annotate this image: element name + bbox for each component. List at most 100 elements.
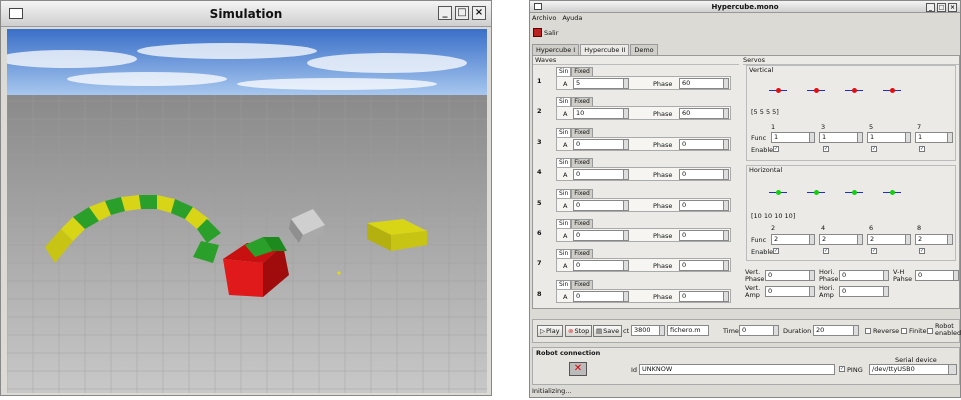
phase-input[interactable]: 0 xyxy=(679,138,729,150)
tab-fixed[interactable]: Fixed xyxy=(571,158,593,168)
spin-arrows-icon[interactable] xyxy=(623,291,628,301)
amplitude-input[interactable]: 0 xyxy=(573,169,629,181)
file-input[interactable]: fichero.m xyxy=(667,325,709,336)
tab-sin[interactable]: Sin xyxy=(556,219,572,228)
hori-amp-input[interactable]: 0 xyxy=(839,286,889,297)
horizontal-enable-8-checkbox[interactable]: ✓ xyxy=(919,248,925,254)
tab-fixed[interactable]: Fixed xyxy=(571,219,593,228)
vertical-enable-1-checkbox[interactable]: ✓ xyxy=(773,146,779,152)
tab-demo[interactable]: Demo xyxy=(630,44,658,55)
amplitude-input[interactable]: 0 xyxy=(573,199,629,211)
spin-arrows-icon[interactable] xyxy=(723,109,728,119)
amplitude-input[interactable]: 10 xyxy=(573,108,629,120)
spin-arrows-icon[interactable] xyxy=(623,200,628,210)
tab-sin[interactable]: Sin xyxy=(556,127,572,137)
serial-device-select[interactable]: /dev/ttyUSB0 xyxy=(869,364,957,375)
vert-phase-input[interactable]: 0 xyxy=(765,270,815,281)
phase-input[interactable]: 0 xyxy=(679,260,729,272)
tab-fixed[interactable]: Fixed xyxy=(571,127,593,137)
spin-arrows-icon[interactable] xyxy=(857,235,862,244)
spin-arrows-icon[interactable] xyxy=(809,287,814,296)
spin-arrows-icon[interactable] xyxy=(623,231,628,240)
simulation-titlebar[interactable]: Simulation _ □ × xyxy=(1,1,491,27)
spin-arrows-icon[interactable] xyxy=(809,235,814,244)
phase-input[interactable]: 0 xyxy=(679,230,729,241)
horizontal-enable-4-checkbox[interactable]: ✓ xyxy=(823,248,829,254)
tab-fixed[interactable]: Fixed xyxy=(571,97,593,107)
spin-arrows-icon[interactable] xyxy=(905,235,910,244)
maximize-button[interactable]: □ xyxy=(937,3,946,12)
minimize-button[interactable]: _ xyxy=(438,6,452,20)
spin-arrows-icon[interactable] xyxy=(947,133,952,142)
spin-arrows-icon[interactable] xyxy=(623,109,628,119)
vert-amp-input[interactable]: 0 xyxy=(765,286,815,297)
spin-arrows-icon[interactable] xyxy=(723,261,728,271)
menu-archivo[interactable]: Archivo xyxy=(532,14,556,22)
spin-arrows-icon[interactable] xyxy=(723,200,728,210)
duration-input[interactable]: 20 xyxy=(813,325,859,336)
vertical-func-7-input[interactable]: 1 xyxy=(915,132,953,143)
save-button[interactable]: ▤ Save xyxy=(593,325,623,337)
tab-sin[interactable]: Sin xyxy=(556,97,572,107)
phase-input[interactable]: 0 xyxy=(679,199,729,211)
spin-arrows-icon[interactable] xyxy=(659,326,664,335)
spin-arrows-icon[interactable] xyxy=(723,170,728,180)
spin-arrows-icon[interactable] xyxy=(947,235,952,244)
exit-button[interactable]: Salir xyxy=(544,29,558,37)
stop-button[interactable]: ⊗ Stop xyxy=(565,325,593,337)
tab-hypercube-2[interactable]: Hypercube II xyxy=(580,44,630,55)
maximize-button[interactable]: □ xyxy=(455,6,469,20)
spin-arrows-icon[interactable] xyxy=(883,287,888,296)
tab-sin[interactable]: Sin xyxy=(556,279,572,289)
spin-arrows-icon[interactable] xyxy=(623,139,628,149)
phase-input[interactable]: 60 xyxy=(679,108,729,120)
exit-icon[interactable] xyxy=(533,28,542,37)
spin-arrows-icon[interactable] xyxy=(883,271,888,280)
play-button[interactable]: ▷ Play xyxy=(537,325,563,337)
spin-arrows-icon[interactable] xyxy=(853,326,858,335)
tab-fixed[interactable]: Fixed xyxy=(571,67,593,76)
phase-input[interactable]: 0 xyxy=(679,290,729,302)
tab-fixed[interactable]: Fixed xyxy=(571,249,593,259)
hori-phase-input[interactable]: 0 xyxy=(839,270,889,281)
tab-sin[interactable]: Sin xyxy=(556,67,572,76)
horizontal-func-8-input[interactable]: 2 xyxy=(915,234,953,245)
ping-checkbox[interactable]: ✓ xyxy=(839,366,845,372)
window-icon[interactable] xyxy=(534,3,542,10)
ct-input[interactable]: 3800 xyxy=(631,325,665,336)
time-input[interactable]: 0 xyxy=(739,325,779,336)
horizontal-func-2-input[interactable]: 2 xyxy=(771,234,815,245)
spin-arrows-icon[interactable] xyxy=(723,231,728,240)
vertical-func-3-input[interactable]: 1 xyxy=(819,132,863,143)
close-button[interactable]: × xyxy=(948,3,957,12)
amplitude-input[interactable]: 0 xyxy=(573,138,629,150)
horizontal-func-4-input[interactable]: 2 xyxy=(819,234,863,245)
tab-hypercube-1[interactable]: Hypercube I xyxy=(532,44,580,55)
horizontal-func-6-input[interactable]: 2 xyxy=(867,234,911,245)
window-icon[interactable] xyxy=(9,8,23,19)
tab-sin[interactable]: Sin xyxy=(556,188,572,198)
close-button[interactable]: × xyxy=(472,6,486,20)
vertical-func-1-input[interactable]: 1 xyxy=(771,132,815,143)
tab-sin[interactable]: Sin xyxy=(556,158,572,168)
spin-arrows-icon[interactable] xyxy=(623,79,628,88)
vertical-func-5-input[interactable]: 1 xyxy=(867,132,911,143)
3d-viewport[interactable] xyxy=(7,29,487,393)
phase-input[interactable]: 0 xyxy=(679,169,729,181)
robot-enabled-checkbox[interactable] xyxy=(927,328,933,334)
vertical-enable-5-checkbox[interactable]: ✓ xyxy=(871,146,877,152)
hypercube-titlebar[interactable]: Hypercube.mono _ □ × xyxy=(530,1,960,13)
amplitude-input[interactable]: 0 xyxy=(573,290,629,302)
amplitude-input[interactable]: 0 xyxy=(573,260,629,272)
menu-ayuda[interactable]: Ayuda xyxy=(562,14,582,22)
amplitude-input[interactable]: 5 xyxy=(573,78,629,89)
horizontal-enable-6-checkbox[interactable]: ✓ xyxy=(871,248,877,254)
spin-arrows-icon[interactable] xyxy=(905,133,910,142)
horizontal-enable-2-checkbox[interactable]: ✓ xyxy=(773,248,779,254)
tab-sin[interactable]: Sin xyxy=(556,249,572,259)
chevron-down-icon[interactable] xyxy=(948,365,956,374)
spin-arrows-icon[interactable] xyxy=(773,326,778,335)
tab-fixed[interactable]: Fixed xyxy=(571,279,593,289)
tab-fixed[interactable]: Fixed xyxy=(571,188,593,198)
spin-arrows-icon[interactable] xyxy=(723,139,728,149)
